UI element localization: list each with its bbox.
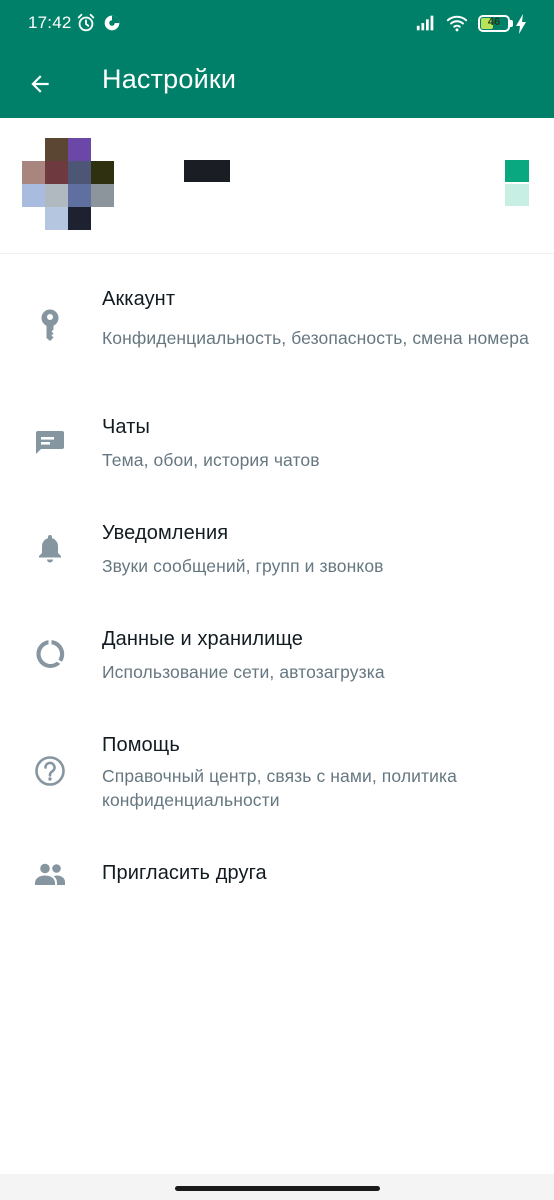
home-indicator[interactable]	[175, 1186, 380, 1191]
status-bar: 17:42 46	[0, 0, 554, 50]
status-time: 17:42	[28, 13, 72, 32]
settings-item-title: Уведомления	[102, 522, 229, 544]
settings-item-chats[interactable]: Чаты Тема, обои, история чатов	[0, 404, 554, 488]
settings-item-subtitle: Использование сети, автозагрузка	[102, 662, 385, 682]
people-icon	[30, 854, 70, 894]
chat-icon	[30, 422, 70, 462]
settings-item-storage[interactable]: Данные и хранилище Использование сети, а…	[0, 616, 554, 700]
signal-icon	[416, 15, 434, 31]
settings-item-title: Пригласить друга	[102, 862, 267, 884]
battery-icon: 46	[478, 15, 510, 32]
settings-item-title: Чаты	[102, 416, 150, 438]
data-usage-icon	[30, 634, 70, 674]
alarm-icon	[77, 13, 95, 32]
app-notification-icon	[104, 15, 120, 31]
settings-item-invite[interactable]: Пригласить друга	[0, 852, 554, 900]
settings-item-help[interactable]: Помощь Справочный центр, связь с нами, п…	[0, 722, 554, 832]
qr-code-icon[interactable]	[505, 160, 529, 208]
settings-item-title: Помощь	[102, 734, 180, 756]
profile-row[interactable]	[0, 118, 554, 254]
avatar[interactable]	[22, 138, 114, 230]
settings-item-subtitle: Конфиденциальность, безопасность, смена …	[102, 328, 529, 348]
settings-item-subtitle: Справочный центр, связь с нами, политика…	[102, 766, 457, 810]
page-title: Настройки	[102, 64, 237, 94]
wifi-icon	[446, 15, 468, 32]
settings-item-title: Аккаунт	[102, 288, 176, 310]
arrow-back-icon	[31, 75, 49, 93]
help-icon	[30, 751, 70, 791]
key-icon	[30, 306, 70, 346]
profile-name	[184, 160, 230, 182]
app-bar: Настройки	[0, 50, 554, 118]
battery-level-text: 46	[487, 16, 501, 28]
navigation-bar	[0, 1174, 554, 1200]
bell-icon	[30, 528, 70, 568]
settings-item-title: Данные и хранилище	[102, 628, 303, 650]
charging-icon	[516, 14, 526, 34]
settings-item-notifications[interactable]: Уведомления Звуки сообщений, групп и зво…	[0, 510, 554, 594]
settings-item-subtitle: Тема, обои, история чатов	[102, 450, 320, 470]
back-button[interactable]	[18, 62, 62, 106]
settings-item-account[interactable]: Аккаунт Конфиденциальность, безопасность…	[0, 274, 554, 384]
battery-cap	[510, 20, 513, 27]
settings-item-subtitle: Звуки сообщений, групп и звонков	[102, 556, 384, 576]
